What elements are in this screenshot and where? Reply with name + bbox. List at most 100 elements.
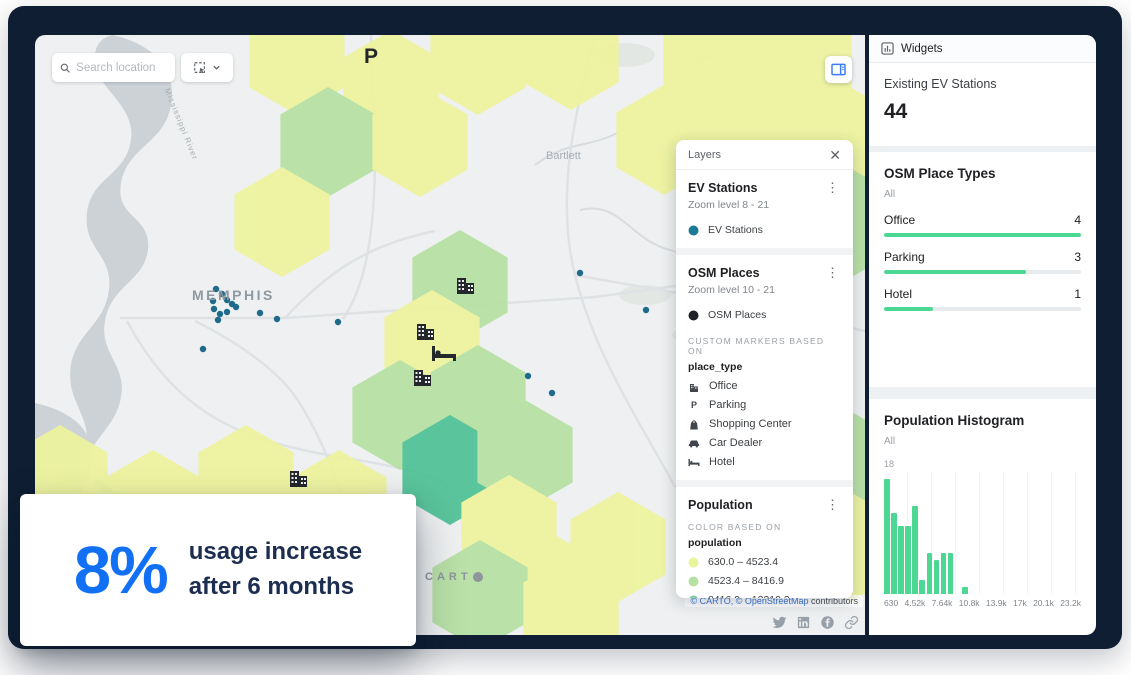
panel-toggle-button[interactable] xyxy=(825,56,852,83)
population-legend-row: 630.0 – 4523.4 xyxy=(688,556,841,568)
ev-station-dot[interactable] xyxy=(215,317,221,323)
marker-item-car-dealer: Car Dealer xyxy=(688,437,841,449)
marker-item-parking: P Parking xyxy=(688,399,841,411)
progress-track xyxy=(884,270,1081,274)
marker-item-label: Office xyxy=(709,380,738,392)
place-type-row-parking[interactable]: Parking 3 xyxy=(884,250,1081,274)
layer-title-osm-places: OSM Places xyxy=(688,266,760,280)
stat-value: 8% xyxy=(74,532,167,609)
histogram-chart[interactable] xyxy=(884,472,1081,594)
population-histogram-widget: Population Histogram All 18 630 4.52k 7.… xyxy=(869,399,1096,622)
ev-station-dot[interactable] xyxy=(335,319,341,325)
histogram-bar xyxy=(912,506,918,594)
layer-legend-label: OSM Places xyxy=(708,309,766,321)
car-icon xyxy=(688,437,700,449)
chevron-down-icon xyxy=(212,63,221,72)
kebab-menu-icon[interactable]: ⋮ xyxy=(824,181,841,194)
x-tick: 17k xyxy=(1013,598,1027,608)
divider xyxy=(869,387,1096,399)
layer-title-population: Population xyxy=(688,498,753,512)
population-legend-row: 8416.9 – 12310.3 xyxy=(688,594,841,598)
histogram-bar xyxy=(941,553,947,594)
layers-panel-header: Layers ✕ xyxy=(676,140,853,170)
population-hex[interactable] xyxy=(523,35,618,110)
layer-zoom-range: Zoom level 8 - 21 xyxy=(688,199,841,211)
x-tick: 10.8k xyxy=(959,598,980,608)
marker-item-shopping-center: Shopping Center xyxy=(688,418,841,430)
marker-item-label: Car Dealer xyxy=(709,437,762,449)
layer-section-population: Population ⋮ COLOR BASED ON population 6… xyxy=(676,487,853,598)
social-links xyxy=(772,615,859,630)
widgets-header-label: Widgets xyxy=(901,43,943,55)
widgets-sidebar: Widgets Existing EV Stations 44 OSM Plac… xyxy=(869,35,1096,635)
custom-markers-heading: CUSTOM MARKERS BASED ON xyxy=(688,336,841,356)
ev-station-dot[interactable] xyxy=(577,270,583,276)
histogram-title: Population Histogram xyxy=(884,413,1081,428)
ev-station-dot[interactable] xyxy=(643,307,649,313)
histogram-bar xyxy=(884,479,890,594)
histogram-bar xyxy=(891,513,897,594)
widgets-header: Widgets xyxy=(869,35,1096,63)
marker-item-office: Office xyxy=(688,380,841,392)
x-tick: 7.64k xyxy=(932,598,953,608)
divider xyxy=(676,480,853,487)
progress-track xyxy=(884,307,1081,311)
ev-station-dot[interactable] xyxy=(257,310,263,316)
population-range-label: 8416.9 – 12310.3 xyxy=(708,594,790,598)
progress-fill xyxy=(884,307,933,311)
layer-legend-row: EV Stations xyxy=(688,224,841,236)
close-icon[interactable]: ✕ xyxy=(829,148,841,162)
ev-station-dot[interactable] xyxy=(200,346,206,352)
ev-station-dot[interactable] xyxy=(274,316,280,322)
town-label-bartlett: Bartlett xyxy=(546,150,581,162)
x-tick: 4.52k xyxy=(905,598,926,608)
ev-station-dot[interactable] xyxy=(217,311,223,317)
custom-markers-field: place_type xyxy=(688,361,841,373)
place-type-label: Office xyxy=(884,213,915,227)
population-swatch xyxy=(688,595,699,599)
layer-zoom-range: Zoom level 10 - 21 xyxy=(688,284,841,296)
progress-track xyxy=(884,233,1081,237)
place-types-filter: All xyxy=(884,189,1081,200)
layers-panel: Layers ✕ EV Stations ⋮ Zoom level 8 - 21… xyxy=(676,140,853,598)
widgets-icon xyxy=(881,42,894,55)
carto-watermark-o xyxy=(473,572,483,582)
page: Mississippi River MEMPHIS Bartlett P CAR… xyxy=(0,0,1131,675)
histogram-bar xyxy=(934,560,940,594)
ev-station-dot[interactable] xyxy=(224,309,230,315)
linkedin-icon[interactable] xyxy=(796,615,811,630)
ev-station-dot[interactable] xyxy=(211,306,217,312)
ev-widget-value: 44 xyxy=(884,100,1081,124)
layers-panel-title: Layers xyxy=(688,149,721,161)
search-bar[interactable] xyxy=(52,53,175,82)
color-based-on-field: population xyxy=(688,537,841,549)
place-type-row-office[interactable]: Office 4 xyxy=(884,213,1081,237)
selection-tool-button[interactable] xyxy=(181,53,233,82)
ev-station-dot[interactable] xyxy=(233,304,239,310)
marker-item-label: Parking xyxy=(709,399,746,411)
place-type-label: Hotel xyxy=(884,287,912,301)
shopping-bag-icon xyxy=(688,418,700,430)
histogram-bar xyxy=(962,587,968,594)
population-swatch xyxy=(688,557,699,568)
histogram-bar xyxy=(948,553,954,594)
histogram-bar xyxy=(898,526,904,594)
bed-icon xyxy=(688,456,700,468)
facebook-icon[interactable] xyxy=(820,615,835,630)
histogram-bar xyxy=(905,526,911,594)
city-label-memphis: MEMPHIS xyxy=(192,287,275,303)
ev-station-dot[interactable] xyxy=(549,390,555,396)
ev-station-dot[interactable] xyxy=(525,373,531,379)
search-icon xyxy=(60,62,70,74)
search-input[interactable] xyxy=(76,62,167,74)
layout-panel-icon xyxy=(831,63,846,76)
kebab-menu-icon[interactable]: ⋮ xyxy=(824,498,841,511)
place-type-row-hotel[interactable]: Hotel 1 xyxy=(884,287,1081,311)
kebab-menu-icon[interactable]: ⋮ xyxy=(824,266,841,279)
histogram-filter: All xyxy=(884,436,1081,447)
twitter-icon[interactable] xyxy=(772,615,787,630)
x-tick: 20.1k xyxy=(1033,598,1054,608)
share-link-icon[interactable] xyxy=(844,615,859,630)
parking-map-marker: P xyxy=(364,45,378,69)
population-legend-row: 4523.4 – 8416.9 xyxy=(688,575,841,587)
